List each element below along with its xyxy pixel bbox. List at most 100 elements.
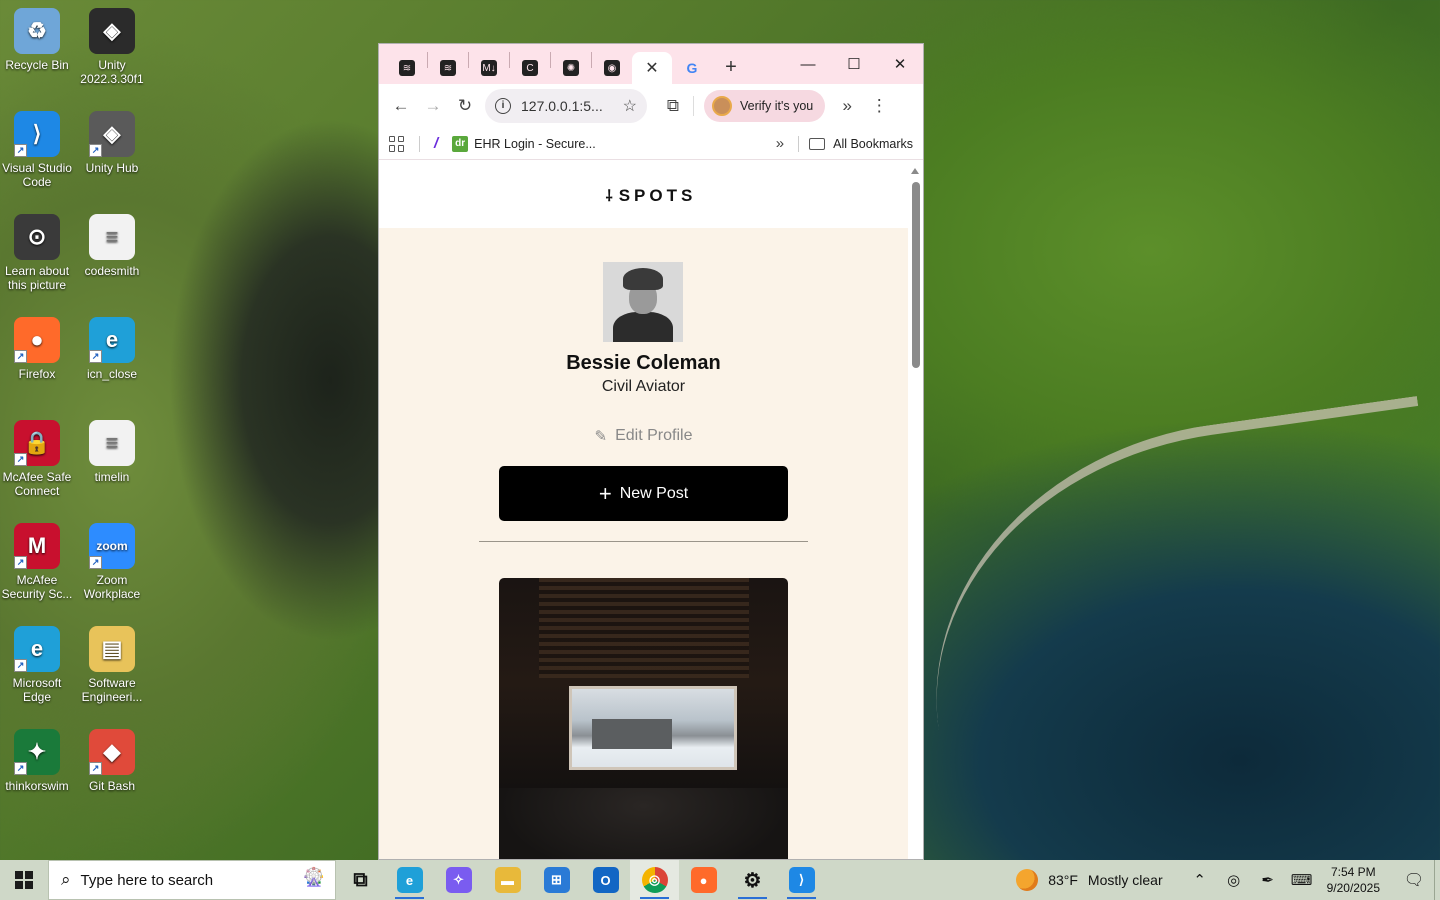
- back-button[interactable]: ←: [385, 90, 417, 122]
- desktop-icon-label: McAfee Security Sc...: [1, 573, 73, 601]
- search-icon: ⌕: [61, 870, 71, 889]
- close-icon[interactable]: ✕: [644, 60, 660, 77]
- bookmark-slash-icon[interactable]: /: [434, 135, 438, 152]
- zoom-icon: zoom ↗: [89, 523, 135, 569]
- copilot-icon: ✧: [445, 867, 472, 893]
- verify-profile-button[interactable]: Verify it's you: [704, 90, 826, 122]
- desktop-icon-label: codesmith: [84, 264, 140, 278]
- chevron-up-icon[interactable]: ⌃: [1183, 871, 1217, 889]
- taskbar-search[interactable]: ⌕ Type here to search 🎡: [48, 860, 336, 900]
- taskbar-app-copilot[interactable]: ✧: [434, 860, 483, 900]
- apps-grid-icon[interactable]: [389, 135, 405, 152]
- address-bar[interactable]: i 127.0.0.1:5... ☆: [485, 89, 647, 123]
- taskbar-app-settings[interactable]: ⚙: [728, 860, 777, 900]
- new-post-button[interactable]: + New Post: [499, 466, 788, 521]
- bookmark-ehr-login[interactable]: dr EHR Login - Secure...: [452, 135, 596, 152]
- desktop-icon[interactable]: ▤ Software Engineeri...: [76, 626, 148, 704]
- desktop-icon[interactable]: zoom ↗ Zoom Workplace: [76, 523, 148, 601]
- edit-profile-button[interactable]: ✎ Edit Profile: [379, 427, 908, 445]
- show-desktop-button[interactable]: [1434, 860, 1440, 900]
- desktop-icon[interactable]: ≡ timelin: [76, 420, 148, 484]
- logo-text: SPOTS: [618, 186, 697, 205]
- desktop-icon[interactable]: e ↗ Microsoft Edge: [1, 626, 73, 704]
- site-info-icon[interactable]: i: [495, 98, 511, 114]
- text-file-icon: ≡: [89, 214, 135, 260]
- taskbar-app-edge[interactable]: e: [385, 860, 434, 900]
- forward-button[interactable]: →: [417, 90, 449, 122]
- desktop-icon[interactable]: e ↗ icn_close: [76, 317, 148, 381]
- dr-favicon-icon: dr: [452, 135, 469, 152]
- weather-widget[interactable]: 83°F Mostly clear: [1016, 869, 1163, 891]
- mcafee-icon: M ↗: [14, 523, 60, 569]
- bookmark-star-icon[interactable]: ☆: [623, 96, 637, 116]
- desktop-icon[interactable]: ◈ Unity 2022.3.30f1: [76, 8, 148, 86]
- tab[interactable]: M↓: [469, 52, 509, 84]
- start-button[interactable]: [0, 860, 48, 900]
- post-card-image[interactable]: [499, 578, 788, 859]
- pen-icon[interactable]: ✒: [1251, 871, 1285, 889]
- mcafee-safe-icon: 🔒 ↗: [14, 420, 60, 466]
- bookmarks-divider: [798, 135, 800, 152]
- file-explorer-icon: ▬: [494, 867, 521, 893]
- close-window-button[interactable]: ✕: [877, 44, 923, 84]
- tab[interactable]: ✺: [551, 52, 591, 84]
- clock-time: 7:54 PM: [1330, 865, 1376, 879]
- tab[interactable]: ≋: [387, 52, 427, 84]
- tab[interactable]: ≋: [428, 52, 468, 84]
- desktop-icon[interactable]: ♻ Recycle Bin: [1, 8, 73, 72]
- taskbar-app-firefox[interactable]: ●: [679, 860, 728, 900]
- keyboard-icon[interactable]: ⌨: [1285, 871, 1319, 889]
- tab-app-icon-1: ≋: [399, 60, 415, 76]
- folder-icon: [809, 137, 826, 150]
- browser-menu-icon[interactable]: ⋮: [863, 90, 895, 122]
- desktop-icon[interactable]: ✦ ↗ thinkorswim: [1, 729, 73, 793]
- search-placeholder: Type here to search: [80, 871, 214, 889]
- taskbar-app-task-view[interactable]: ⧉: [336, 860, 385, 900]
- notification-icon[interactable]: 🗨: [1394, 870, 1434, 890]
- more-tools-chevron-icon[interactable]: »: [831, 90, 863, 122]
- bookmarks-bar: / dr EHR Login - Secure... » All Bookmar…: [379, 128, 923, 160]
- bookmark-label: EHR Login - Secure...: [474, 136, 596, 151]
- desktop-icon-label: Microsoft Edge: [12, 676, 62, 704]
- all-bookmarks-button[interactable]: All Bookmarks: [809, 137, 913, 151]
- shortcut-arrow-icon: ↗: [14, 453, 27, 466]
- url-text[interactable]: 127.0.0.1:5...: [521, 98, 623, 114]
- desktop-icon-label: Unity Hub: [85, 161, 139, 175]
- desktop-icon[interactable]: ◆ ↗ Git Bash: [76, 729, 148, 793]
- desktop-icon[interactable]: ≡ codesmith: [76, 214, 148, 278]
- clock[interactable]: 7:54 PM 9/20/2025: [1327, 864, 1380, 896]
- extensions-icon[interactable]: ⧉: [657, 90, 689, 122]
- desktop-icon[interactable]: ◈ ↗ Unity Hub: [76, 111, 148, 175]
- desktop-icon-label: Unity 2022.3.30f1: [80, 58, 144, 86]
- meet-now-icon[interactable]: ◎: [1217, 871, 1251, 889]
- scrollbar-thumb[interactable]: [912, 182, 920, 368]
- taskbar-app-vscode[interactable]: ⟩: [777, 860, 826, 900]
- taskbar: ⌕ Type here to search 🎡 ⧉ e ✧ ▬ ⊞ O ◎ ● ⚙ ⟩ 83°F …: [0, 860, 1440, 900]
- shortcut-arrow-icon: ↗: [14, 762, 27, 775]
- tab[interactable]: C: [510, 52, 550, 84]
- taskbar-app-file-explorer[interactable]: ▬: [483, 860, 532, 900]
- maximize-button[interactable]: ☐: [831, 44, 877, 84]
- tab-active[interactable]: ✕: [632, 52, 672, 84]
- taskbar-app-outlook[interactable]: O: [581, 860, 630, 900]
- shortcut-arrow-icon: ↗: [14, 144, 27, 157]
- camera-icon: ⊙: [14, 214, 60, 260]
- firefox-icon: ●: [690, 867, 717, 893]
- desktop-icon[interactable]: ⟩ ↗ Visual Studio Code: [1, 111, 73, 189]
- desktop-icon[interactable]: ⊙ Learn about this picture: [1, 214, 73, 292]
- spots-logo[interactable]: ⸸ SPOTS: [606, 186, 697, 206]
- tab[interactable]: ◉: [592, 52, 632, 84]
- shortcut-arrow-icon: ↗: [14, 659, 27, 672]
- tab[interactable]: G: [672, 52, 712, 84]
- desktop-icon[interactable]: 🔒 ↗ McAfee Safe Connect: [1, 420, 73, 498]
- desktop-icon[interactable]: ● ↗ Firefox: [1, 317, 73, 381]
- bookmarks-overflow-icon[interactable]: »: [776, 135, 784, 152]
- taskbar-app-chrome[interactable]: ◎: [630, 860, 679, 900]
- page-scrollbar[interactable]: [908, 164, 923, 859]
- new-tab-button[interactable]: +: [716, 52, 746, 82]
- desktop-icon[interactable]: M ↗ McAfee Security Sc...: [1, 523, 73, 601]
- scroll-up-arrow-icon[interactable]: [911, 168, 919, 174]
- reload-button[interactable]: ↻: [449, 90, 481, 122]
- taskbar-app-microsoft-store[interactable]: ⊞: [532, 860, 581, 900]
- minimize-button[interactable]: —: [785, 44, 831, 84]
